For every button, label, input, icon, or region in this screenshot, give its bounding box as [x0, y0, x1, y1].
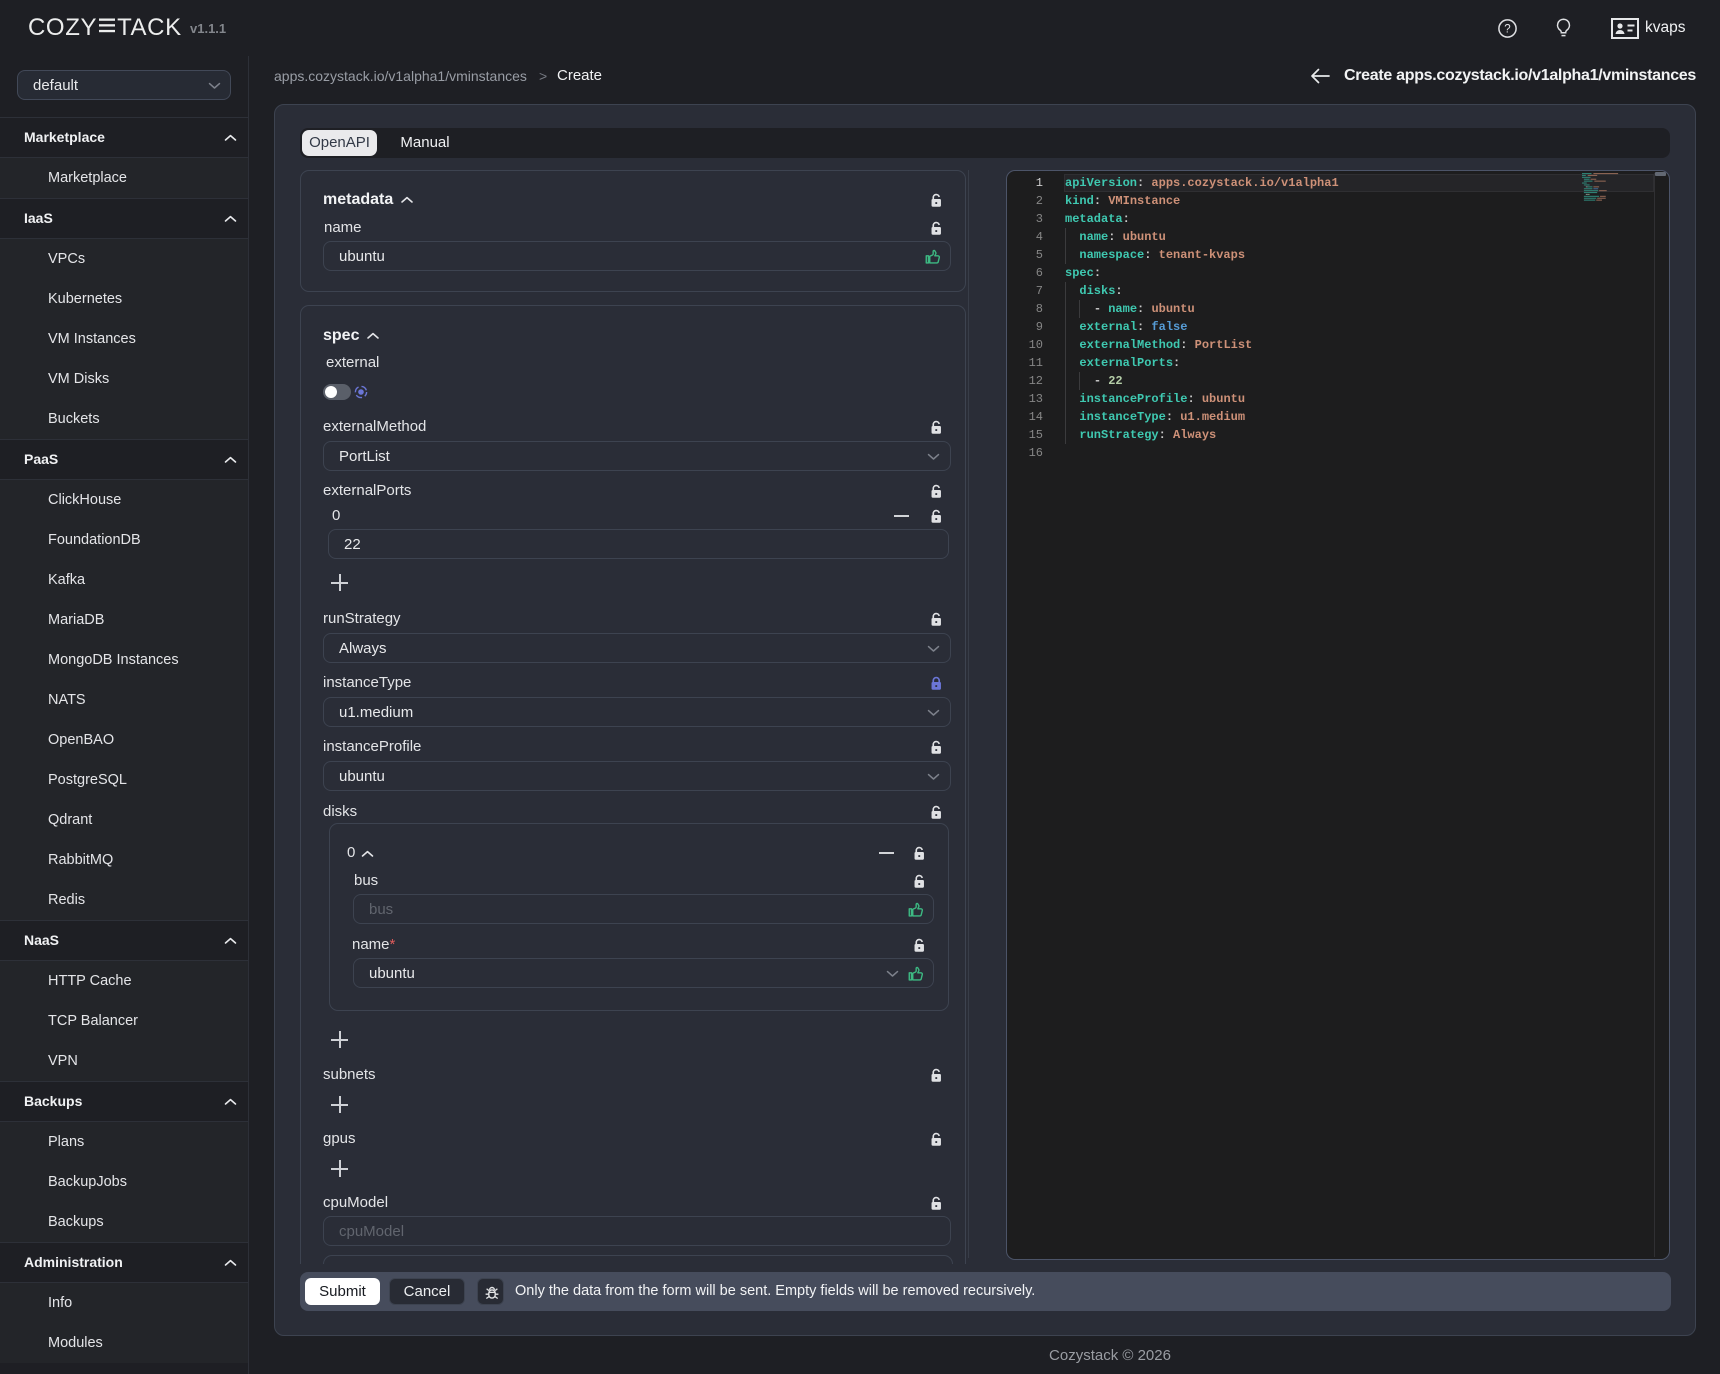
svg-text:?: ?	[1504, 24, 1510, 36]
